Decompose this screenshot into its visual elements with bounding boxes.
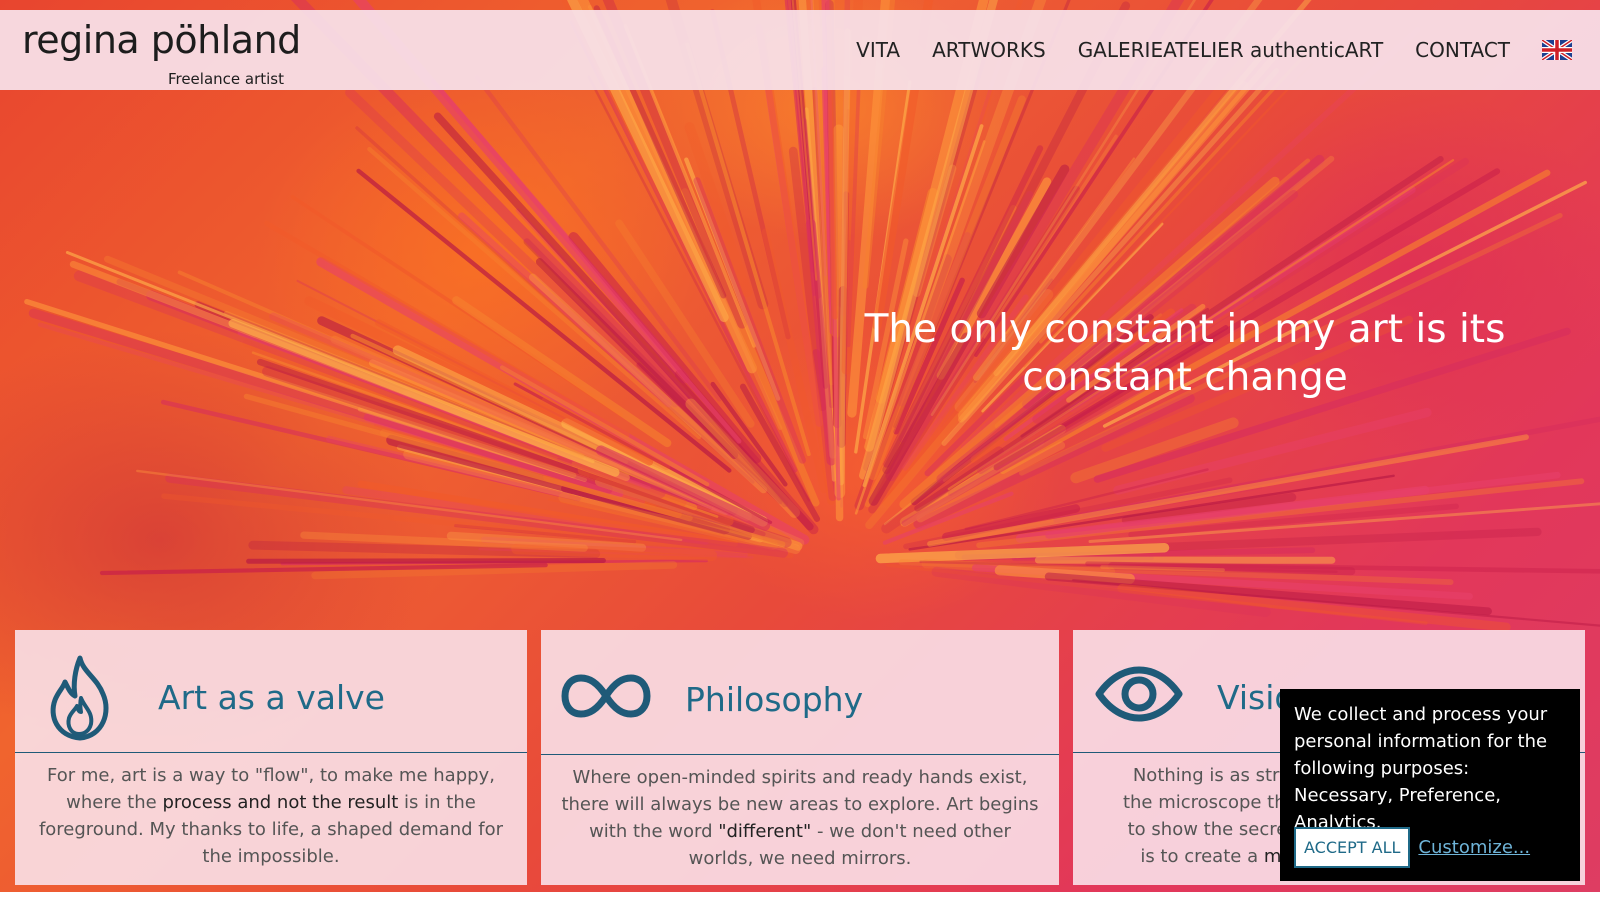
logo-subtitle: Freelance artist <box>167 70 284 88</box>
brushstroke <box>246 558 606 564</box>
nav-item-vita[interactable]: VITA <box>856 38 900 62</box>
customize-link[interactable]: Customize... <box>1418 837 1530 858</box>
card-body: Where open-minded spirits and ready hand… <box>557 764 1043 872</box>
main-nav: VITA ARTWORKS GALERIEATELIER authenticAR… <box>824 10 1572 90</box>
card-philosophy: Philosophy Where open-minded spirits and… <box>541 630 1059 885</box>
cookie-message: We collect and process your personal inf… <box>1294 701 1566 836</box>
flame-icon <box>50 655 109 741</box>
card-text-bold: process and not the result <box>162 792 399 813</box>
eye-icon <box>1095 666 1183 722</box>
nav-item-contact[interactable]: CONTACT <box>1415 38 1510 62</box>
nav-item-galerieatelier[interactable]: GALERIEATELIER authenticART <box>1078 38 1383 62</box>
cookie-purposes: Necessary, Preference, Analytics <box>1294 785 1501 833</box>
card-body: For me, art is a way to "flow", to make … <box>31 762 511 870</box>
card-text-bold: "different" <box>718 821 812 842</box>
accept-all-button[interactable]: ACCEPT ALL <box>1294 827 1411 868</box>
card-header: Art as a valve <box>15 630 527 753</box>
logo-name: regina pöhland <box>22 18 301 62</box>
site-header: regina pöhland Freelance artist VITA ART… <box>0 10 1600 90</box>
site-logo[interactable]: regina pöhland Freelance artist <box>22 18 301 88</box>
bottom-strip <box>0 892 1600 900</box>
cookie-actions: ACCEPT ALL Customize... <box>1294 827 1530 868</box>
nav-item-artworks[interactable]: ARTWORKS <box>932 38 1046 62</box>
infinity-icon <box>561 674 651 718</box>
card-text: is to create a <box>1140 846 1264 867</box>
cookie-banner: We collect and process your personal inf… <box>1280 689 1580 881</box>
top-strip <box>0 0 1600 10</box>
uk-flag-icon[interactable] <box>1542 40 1572 60</box>
card-title: Art as a valve <box>158 678 385 717</box>
card-header: Philosophy <box>541 630 1059 755</box>
card-title: Philosophy <box>685 680 864 719</box>
cookie-text: We collect and process your personal inf… <box>1294 704 1548 779</box>
card-art-as-a-valve: Art as a valve For me, art is a way to "… <box>15 630 527 885</box>
hero-tagline: The only constant in my art is its const… <box>864 307 1506 400</box>
